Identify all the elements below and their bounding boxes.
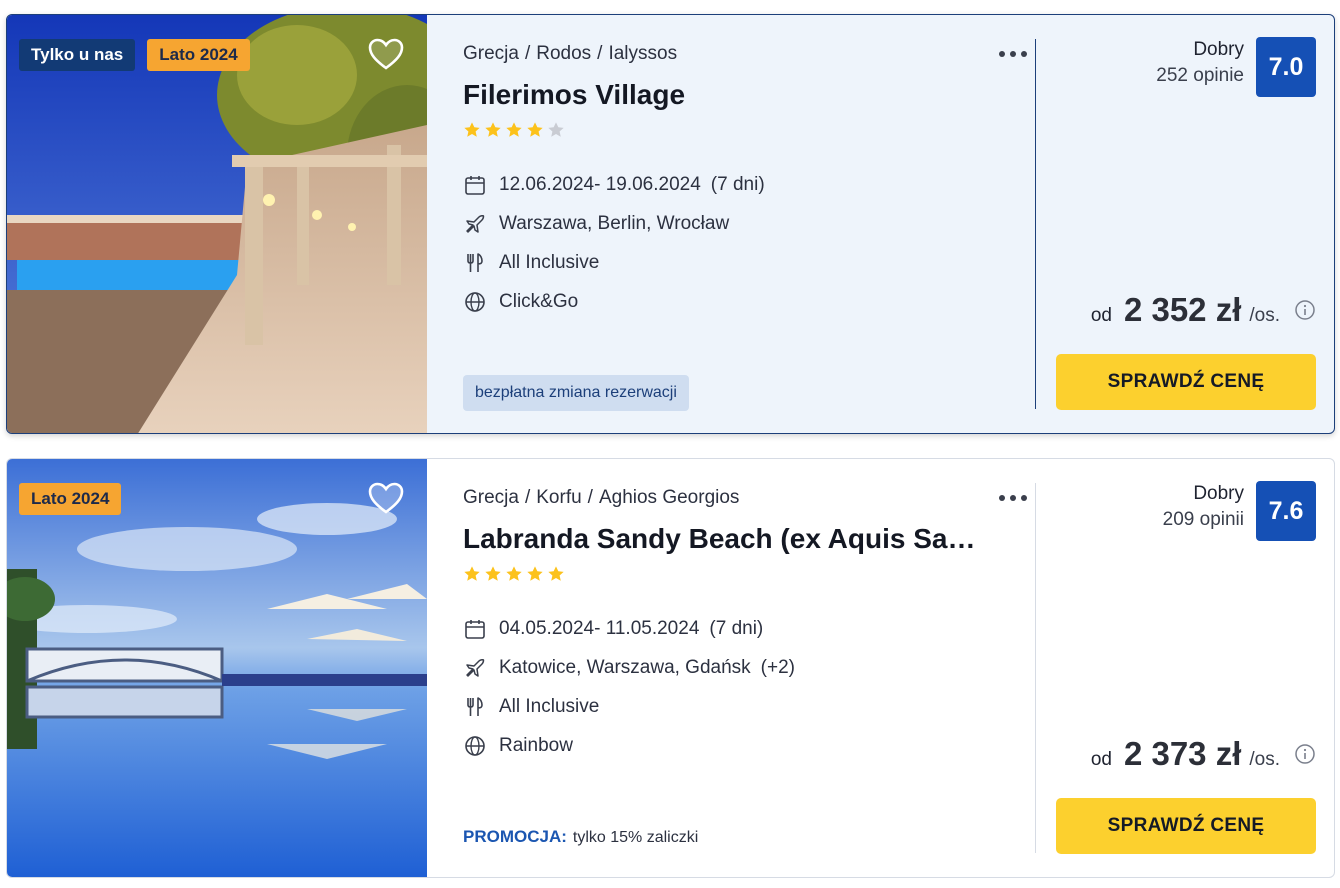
heart-icon[interactable] (367, 37, 405, 71)
breadcrumb: Grecja / Rodos / Ialyssos (463, 43, 678, 64)
plane-icon (466, 658, 485, 677)
dates-row: 12.06.2024- 19.06.2024 (7 dni) (463, 165, 1036, 204)
board-row: All Inclusive (463, 687, 1036, 726)
hotel-photo-image (7, 15, 427, 433)
globe-icon (465, 735, 485, 756)
hotel-name[interactable]: Filerimos Village (463, 79, 983, 115)
score-badge: 7.0 (1256, 37, 1316, 97)
calendar-icon (465, 175, 485, 195)
departures-row: Katowice, Warszawa, Gdańsk (+2) (463, 648, 1036, 687)
departures-row: Warszawa, Berlin, Wrocław (463, 204, 1036, 243)
price-panel: Dobry 209 opinii 7.6 od 2 373 zł /os. SP… (1036, 459, 1334, 877)
breadcrumb-country[interactable]: Grecja (463, 43, 519, 64)
travel-duration: (7 dni) (710, 173, 765, 195)
offer-card[interactable]: Tylko u nas Lato 2024 Grecja / Rodos / Ialys… (6, 14, 1335, 434)
dates-row: 04.05.2024- 11.05.2024 (7 dni) (463, 609, 1036, 648)
star-filled-icon (464, 566, 480, 581)
score-badge: 7.6 (1256, 481, 1316, 541)
price-amount: 2 373 zł (1123, 735, 1242, 772)
hotel-name[interactable]: Labranda Sandy Beach (ex Aquis Sandy Bea… (463, 523, 983, 559)
travel-dates: 12.06.2024- 19.06.2024 (499, 173, 701, 195)
tour-operator: Click&Go (499, 290, 579, 312)
rating-block[interactable]: Dobry 252 opinie 7.0 (1156, 37, 1316, 97)
info-icon[interactable] (1294, 743, 1316, 765)
star-filled-icon (506, 566, 522, 581)
price-amount: 2 352 zł (1123, 291, 1242, 328)
star-filled-icon (527, 122, 543, 137)
hotel-photo[interactable]: Tylko u nas Lato 2024 (7, 15, 427, 433)
more-dots-icon[interactable] (999, 51, 1027, 57)
check-price-button[interactable]: SPRAWDŹ CENĘ (1056, 798, 1316, 854)
price-suffix: /os. (1249, 749, 1280, 770)
star-rating (463, 121, 1036, 143)
departure-cities: Warszawa, Berlin, Wrocław (499, 212, 730, 234)
exclusive-badge: Tylko u nas (19, 39, 136, 71)
rating-label: Dobry (1193, 483, 1244, 504)
review-count[interactable]: 209 opinii (1163, 507, 1244, 533)
season-badge: Lato 2024 (19, 483, 122, 515)
breadcrumb-region[interactable]: Rodos (536, 43, 591, 64)
free-change-tag: bezpłatna zmiana rezerwacji (463, 375, 689, 411)
season-badge: Lato 2024 (147, 39, 250, 71)
more-dots-icon[interactable] (999, 495, 1027, 501)
offer-info: Grecja / Rodos / Ialyssos Filerimos Village … (427, 15, 1036, 433)
operator-row: Click&Go (463, 282, 1036, 321)
review-count[interactable]: 252 opinie (1156, 63, 1244, 89)
hotel-photo[interactable]: Lato 2024 (7, 459, 427, 877)
price-suffix: /os. (1249, 305, 1280, 326)
price-prefix: od (1090, 749, 1112, 770)
offer-card[interactable]: Lato 2024 Grecja / Korfu / Aghios Georgios L… (6, 458, 1335, 878)
globe-icon (465, 291, 485, 312)
star-filled-icon (485, 122, 501, 137)
more-departures[interactable]: (+2) (761, 657, 795, 679)
promo-line: PROMOCJA: tylko 15% zaliczki (463, 827, 698, 847)
cutlery-icon (467, 252, 483, 272)
star-empty-icon (548, 122, 564, 137)
breadcrumb-region[interactable]: Korfu (536, 487, 581, 508)
operator-row: Rainbow (463, 726, 1036, 765)
star-filled-icon (506, 122, 522, 137)
heart-icon[interactable] (367, 481, 405, 515)
star-filled-icon (485, 566, 501, 581)
star-filled-icon (548, 566, 564, 581)
tour-operator: Rainbow (499, 734, 573, 756)
star-rating (463, 565, 1036, 587)
price-panel: Dobry 252 opinie 7.0 od 2 352 zł /os. SP… (1036, 15, 1334, 433)
info-icon[interactable] (1294, 299, 1316, 321)
travel-duration: (7 dni) (709, 617, 764, 639)
star-filled-icon (464, 122, 480, 137)
breadcrumb-country[interactable]: Grecja (463, 487, 519, 508)
cutlery-icon (467, 696, 483, 716)
breadcrumb: Grecja / Korfu / Aghios Georgios (463, 487, 740, 508)
board-type: All Inclusive (499, 695, 600, 717)
promo-text: tylko 15% zaliczki (572, 829, 699, 846)
board-row: All Inclusive (463, 243, 1036, 282)
rating-block[interactable]: Dobry 209 opinii 7.6 (1163, 481, 1316, 541)
rating-label: Dobry (1193, 39, 1244, 60)
price-line: od 2 373 zł /os. (1091, 735, 1316, 773)
travel-dates: 04.05.2024- 11.05.2024 (499, 617, 700, 639)
plane-icon (466, 214, 485, 233)
star-filled-icon (527, 566, 543, 581)
promo-label: PROMOCJA: (463, 827, 567, 846)
offer-info: Grecja / Korfu / Aghios Georgios Labranda Sa… (427, 459, 1036, 877)
breadcrumb-city[interactable]: Aghios Georgios (599, 487, 739, 508)
departure-cities: Katowice, Warszawa, Gdańsk (499, 656, 751, 678)
board-type: All Inclusive (499, 251, 600, 273)
price-line: od 2 352 zł /os. (1091, 291, 1316, 329)
calendar-icon (465, 619, 485, 639)
price-prefix: od (1090, 305, 1112, 326)
breadcrumb-city[interactable]: Ialyssos (608, 43, 677, 64)
hotel-photo-image (7, 459, 427, 877)
check-price-button[interactable]: SPRAWDŹ CENĘ (1056, 354, 1316, 410)
